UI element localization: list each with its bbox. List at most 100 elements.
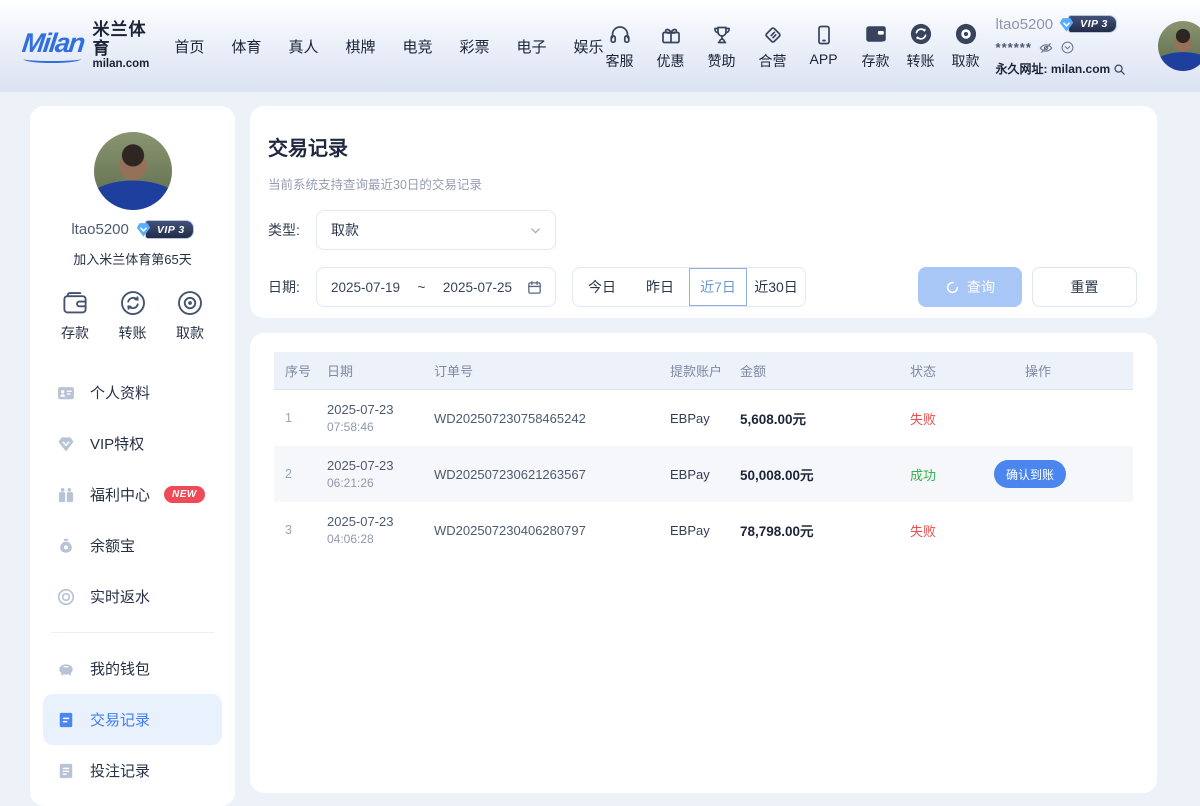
col-date: 日期 bbox=[327, 361, 434, 380]
transfer-label: 转账 bbox=[907, 51, 935, 71]
vip-diamond-icon bbox=[56, 434, 76, 454]
sidebar-item-vip[interactable]: VIP特权 bbox=[43, 418, 222, 469]
date-range-input[interactable]: 2025-07-19 ~ 2025-07-25 bbox=[316, 267, 556, 307]
sidebar-item-welfare-label: 福利中心 bbox=[90, 484, 150, 505]
date-filter-row: 日期: 2025-07-19 ~ 2025-07-25 今日 昨日 近7日 bbox=[268, 267, 1137, 307]
row-amount: 78,798.00元 bbox=[740, 520, 910, 540]
table-card: 序号 日期 订单号 提款账户 金额 状态 操作 1 2025-07-23 07:… bbox=[250, 333, 1157, 793]
date-end: 2025-07-25 bbox=[443, 280, 512, 295]
vip-badge[interactable]: VIP 3 bbox=[1058, 15, 1117, 33]
app-link[interactable]: APP bbox=[808, 21, 840, 71]
service-link[interactable]: 客服 bbox=[604, 21, 636, 71]
sidebar-item-wallet[interactable]: 我的钱包 bbox=[43, 643, 222, 694]
reset-button-label: 重置 bbox=[1071, 277, 1099, 297]
partner-link[interactable]: 合营 bbox=[757, 21, 789, 71]
sidebar-quick-actions: 存款 转账 取款 bbox=[30, 288, 235, 343]
balance-line: ****** bbox=[996, 40, 1148, 56]
bet-doc-icon bbox=[56, 761, 76, 781]
query-button-label: 查询 bbox=[967, 277, 995, 297]
withdraw-label: 取款 bbox=[952, 51, 980, 71]
header-quick-links: 客服 优惠 bbox=[604, 21, 840, 71]
user-avatar[interactable] bbox=[1158, 21, 1200, 71]
sponsor-link[interactable]: 赞助 bbox=[706, 21, 738, 71]
confirm-received-button[interactable]: 确认到账 bbox=[994, 460, 1066, 488]
sidebar-user-line: ltao5200 VIP 3 bbox=[30, 220, 235, 239]
reset-button[interactable]: 重置 bbox=[1032, 267, 1137, 307]
deposit-link[interactable]: 存款 bbox=[860, 21, 892, 71]
col-account: 提款账户 bbox=[670, 361, 740, 380]
range-yesterday-button[interactable]: 昨日 bbox=[631, 268, 689, 306]
sidebar-withdraw-label: 取款 bbox=[176, 323, 204, 343]
sidebar-vip-badge: VIP 3 bbox=[135, 220, 194, 239]
sidebar-deposit-button[interactable]: 存款 bbox=[60, 288, 90, 343]
nav-item-chess[interactable]: 棋牌 bbox=[345, 36, 375, 57]
quick-range-group: 今日 昨日 近7日 近30日 bbox=[572, 267, 806, 307]
nav-item-sports[interactable]: 体育 bbox=[231, 36, 261, 57]
transaction-doc-icon bbox=[56, 710, 76, 730]
nav-item-live[interactable]: 真人 bbox=[288, 36, 318, 57]
eye-off-icon[interactable] bbox=[1038, 40, 1054, 56]
row-amount: 5,608.00元 bbox=[740, 408, 910, 428]
nav-item-slots[interactable]: 电子 bbox=[517, 36, 547, 57]
new-badge: NEW bbox=[164, 486, 205, 503]
withdraw-filled-icon bbox=[953, 21, 979, 47]
table-row: 1 2025-07-23 07:58:46 WD2025072307584652… bbox=[274, 390, 1133, 446]
username[interactable]: ltao5200 bbox=[996, 17, 1054, 32]
sidebar-item-yuebao-label: 余额宝 bbox=[90, 535, 135, 556]
sidebar-item-bets[interactable]: 投注记录 bbox=[43, 745, 222, 796]
table-row: 2 2025-07-23 06:21:26 WD2025072306212635… bbox=[274, 446, 1133, 502]
user-line: ltao5200 VIP 3 bbox=[996, 15, 1148, 33]
transfer-link[interactable]: 转账 bbox=[905, 21, 937, 71]
sidebar-withdraw-button[interactable]: 取款 bbox=[175, 288, 205, 343]
range-7days-button[interactable]: 近7日 bbox=[689, 268, 747, 306]
trophy-icon bbox=[710, 21, 734, 47]
promo-link[interactable]: 优惠 bbox=[655, 21, 687, 71]
sidebar-avatar[interactable] bbox=[94, 132, 172, 210]
join-days-text: 加入米兰体育第65天 bbox=[30, 249, 235, 268]
row-status: 失败 bbox=[910, 521, 1025, 540]
wallet-outline-icon bbox=[60, 288, 90, 318]
piggy-wallet-icon bbox=[56, 659, 76, 679]
sidebar-transfer-button[interactable]: 转账 bbox=[118, 288, 148, 343]
brand-domain: milan.com bbox=[93, 58, 150, 71]
partner-label: 合营 bbox=[759, 51, 787, 71]
row-date-day: 2025-07-23 bbox=[327, 402, 434, 417]
nav-item-lottery[interactable]: 彩票 bbox=[459, 36, 489, 57]
nav-item-home[interactable]: 首页 bbox=[174, 36, 204, 57]
vip-diamond-icon bbox=[135, 221, 152, 238]
sidebar-item-profile[interactable]: 个人资料 bbox=[43, 367, 222, 418]
nav-item-casino[interactable]: 娱乐 bbox=[574, 36, 604, 57]
sidebar-vip-level: VIP 3 bbox=[145, 220, 194, 239]
main-content: 交易记录 当前系统支持查询最近30日的交易记录 类型: 取款 日期: 2025-… bbox=[250, 106, 1157, 793]
sidebar-item-welfare[interactable]: 福利中心 NEW bbox=[43, 469, 222, 520]
range-30days-button[interactable]: 近30日 bbox=[747, 268, 805, 306]
row-index: 2 bbox=[274, 467, 327, 481]
col-order-no: 订单号 bbox=[434, 361, 670, 380]
row-index: 1 bbox=[274, 411, 327, 425]
sidebar-item-yuebao[interactable]: 余额宝 bbox=[43, 520, 222, 571]
range-today-button[interactable]: 今日 bbox=[573, 268, 631, 306]
date-range-values: 2025-07-19 ~ 2025-07-25 bbox=[331, 280, 526, 295]
magnifier-icon[interactable] bbox=[1112, 62, 1127, 77]
date-separator: ~ bbox=[418, 280, 426, 295]
calendar-icon bbox=[526, 279, 543, 296]
sidebar-item-rebate[interactable]: 实时返水 bbox=[43, 571, 222, 622]
withdraw-link[interactable]: 取款 bbox=[950, 21, 982, 71]
nav-item-esports[interactable]: 电竞 bbox=[402, 36, 432, 57]
headset-icon bbox=[608, 21, 632, 47]
sidebar-item-transactions[interactable]: 交易记录 bbox=[43, 694, 222, 745]
col-index: 序号 bbox=[274, 361, 327, 380]
rebate-icon bbox=[56, 587, 76, 607]
sidebar-item-rebate-label: 实时返水 bbox=[90, 586, 150, 607]
type-select[interactable]: 取款 bbox=[316, 210, 556, 250]
query-button[interactable]: 查询 bbox=[918, 267, 1022, 307]
brand-logo[interactable]: Milan 米兰体育 milan.com bbox=[22, 21, 149, 71]
sidebar-item-transactions-label: 交易记录 bbox=[90, 709, 150, 730]
refresh-balance-icon[interactable] bbox=[1060, 40, 1075, 55]
row-date-time: 04:06:28 bbox=[327, 532, 434, 546]
tag-icon bbox=[761, 21, 785, 47]
row-order-no: WD202507230621263567 bbox=[434, 467, 670, 482]
date-label: 日期: bbox=[268, 277, 316, 297]
col-amount: 金额 bbox=[740, 361, 910, 380]
page-subtitle: 当前系统支持查询最近30日的交易记录 bbox=[268, 174, 1137, 193]
